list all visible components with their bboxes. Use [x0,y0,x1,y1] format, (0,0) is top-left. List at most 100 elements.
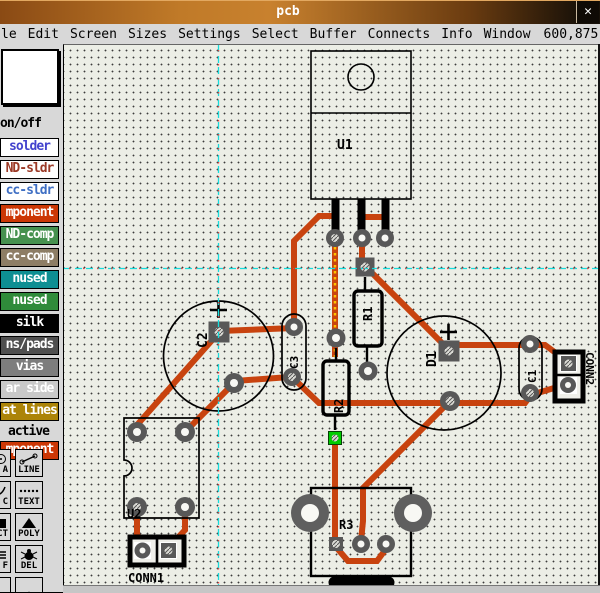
layer-button-far-side[interactable]: ar side [0,380,59,399]
pin-pad[interactable] [560,355,577,372]
refdes-R2[interactable]: R2 [332,399,346,413]
pin-pad[interactable] [359,362,378,381]
menu-bar: le Edit Screen Sizes Settings Select Buf… [0,24,600,44]
pin-pad[interactable] [356,258,375,277]
via-tool-button[interactable]: A [0,449,11,477]
poly-tool-button[interactable]: POLY [15,513,43,541]
layer-button-gnd-comp[interactable]: ND-comp [0,226,59,245]
buffer-icon [0,548,8,561]
pin-pad[interactable] [134,542,151,559]
text-icon [18,484,40,497]
pin-pad[interactable] [175,497,195,517]
delete-tool-button[interactable]: DEL [15,545,43,573]
pin-pad[interactable] [327,329,346,348]
pin-pad[interactable] [352,535,370,553]
mounting-hole[interactable] [291,494,329,532]
pin-pad[interactable] [439,341,460,362]
pin-pad[interactable] [285,318,303,336]
via[interactable] [326,229,344,247]
refdes-R3[interactable]: R3 [339,518,353,532]
layer-button-unused-1[interactable]: nused [0,270,59,289]
pin-pad[interactable] [521,335,539,353]
cursor-coordinates: 600,875 [544,27,599,42]
refdes-R1[interactable]: R1 [361,307,375,321]
refdes-U2-selected[interactable]: U2 [127,507,141,521]
copper-trace [366,267,449,350]
pin-pad[interactable] [160,542,177,559]
line-tool-button[interactable]: LINE [15,449,43,477]
menu-window[interactable]: Window [484,27,531,42]
menu-info[interactable]: Info [441,27,472,42]
via[interactable] [353,229,371,247]
refdes-D1[interactable]: D1 [425,351,440,367]
layer-button-silk[interactable]: silk [0,314,59,333]
layer-preview-box[interactable] [1,49,59,105]
menu-screen[interactable]: Screen [70,27,117,42]
copper-trace [220,328,294,331]
pin-pad-found[interactable] [329,432,342,445]
board-drawing: U1 R1 R2 R3 C2 D1 C3 C1 U2 CONN1 CONN2 [64,45,599,586]
buffer-tool-button[interactable]: F [0,545,11,573]
rect-tool-button[interactable]: CT [0,513,11,541]
left-sidebar: on/off solder ND-sldr cc-sldr mponent ND… [0,44,63,592]
refdes-C3[interactable]: C3 [288,356,301,369]
pin-pad[interactable] [560,377,577,394]
pin-pad[interactable] [224,373,244,393]
arc-icon [0,484,8,497]
title-bar[interactable]: pcb ✕ [0,0,600,25]
menu-sizes[interactable]: Sizes [128,27,167,42]
rect-tool-label: CT [0,529,8,539]
layer-button-rat-lines[interactable]: at lines [0,402,59,421]
layer-button-component[interactable]: mponent [0,204,59,223]
refdes-CONN2[interactable]: CONN2 [583,352,596,385]
copper-traces[interactable] [137,216,568,561]
component-D1[interactable] [387,316,501,430]
component-U1[interactable] [311,51,411,233]
pin-pad[interactable] [127,422,147,442]
refdes-C2[interactable]: C2 [196,332,211,348]
layer-button-vcc-sldr[interactable]: cc-sldr [0,182,59,201]
pin-pad[interactable] [377,535,395,553]
refdes-C1[interactable]: C1 [526,369,539,383]
layer-button-unused-2[interactable]: nused [0,292,59,311]
pin-pad[interactable] [175,422,195,442]
active-layer-label: active [0,424,57,438]
pin-pad[interactable] [521,384,539,402]
pads-and-vias [127,229,577,559]
tool-palette: A LINE C TEXT CT [0,449,43,592]
onoff-label: on/off [0,116,41,131]
menu-file[interactable]: le [1,27,17,42]
close-button[interactable]: ✕ [576,1,599,23]
poly-tool-label: POLY [18,529,40,539]
menu-connects[interactable]: Connects [368,27,431,42]
via-icon [0,452,8,465]
delete-tool-label: DEL [21,561,37,571]
layer-button-solder[interactable]: solder [0,138,59,157]
arc-tool-button[interactable]: C [0,481,11,509]
insert-tool-button[interactable] [15,577,43,592]
refdes-CONN1[interactable]: CONN1 [128,571,164,585]
menu-edit[interactable]: Edit [28,27,59,42]
layer-button-vcc-comp[interactable]: cc-comp [0,248,59,267]
component-R2[interactable] [323,348,349,430]
mounting-hole[interactable] [394,494,432,532]
board-canvas[interactable]: U1 R1 R2 R3 C2 D1 C3 C1 U2 CONN1 CONN2 [63,44,599,586]
pin-pad[interactable] [283,368,301,386]
cut-tool-button[interactable] [0,577,11,592]
menu-settings[interactable]: Settings [178,27,241,42]
rect-icon [0,516,8,529]
refdes-U1[interactable]: U1 [337,138,353,153]
copper-trace [186,383,234,431]
buffer-tool-label: F [3,561,8,571]
layer-button-pins-pads[interactable]: ns/pads [0,336,59,355]
layer-button-vias[interactable]: vias [0,358,59,377]
pin-pad[interactable] [440,391,460,411]
bug-icon [18,548,40,561]
pin-pad[interactable] [329,537,343,551]
poly-icon [18,516,40,529]
menu-select[interactable]: Select [252,27,299,42]
menu-buffer[interactable]: Buffer [310,27,357,42]
via[interactable] [376,229,394,247]
text-tool-button[interactable]: TEXT [15,481,43,509]
layer-button-gnd-sldr[interactable]: ND-sldr [0,160,59,179]
